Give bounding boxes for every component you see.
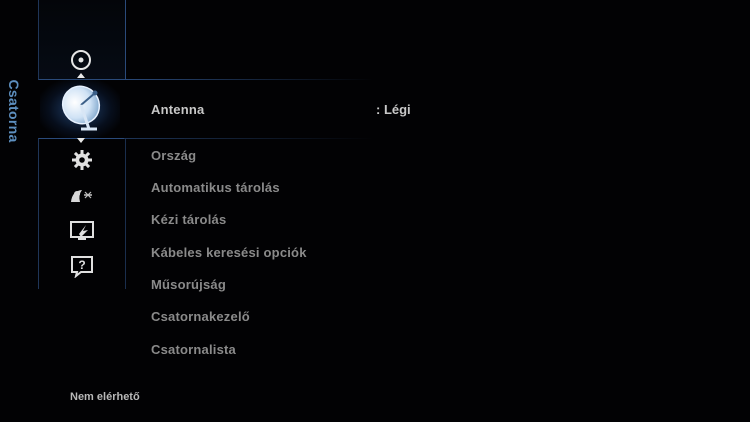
support-icon[interactable]	[68, 186, 96, 206]
picture-icon[interactable]	[69, 49, 93, 71]
menu-item-musorujsag[interactable]: Műsorújság	[151, 277, 226, 292]
tv-menu-screen: Csatorna ? Antenna: Légi Ország Automat…	[0, 0, 750, 422]
antenna-value: : Légi	[376, 102, 411, 117]
satellite-dish-icon[interactable]	[58, 82, 106, 134]
menu-item-automatikus-tarolas[interactable]: Automatikus tárolás	[151, 180, 280, 195]
category-label: Csatorna	[6, 79, 22, 143]
status-text: Nem elérhető	[70, 391, 140, 403]
scroll-down-arrow-icon[interactable]	[77, 138, 85, 143]
selection-bottom-line	[124, 138, 374, 139]
selection-top-line	[124, 79, 374, 80]
scroll-up-arrow-icon[interactable]	[77, 73, 85, 78]
menu-item-orszag[interactable]: Ország	[151, 148, 196, 163]
menu-item-kezi-tarolas[interactable]: Kézi tárolás	[151, 212, 226, 227]
input-icon[interactable]	[69, 219, 95, 243]
menu-item-antenna[interactable]: Antenna	[151, 102, 204, 117]
menu-item-kabeles-keresesi-opciok[interactable]: Kábeles keresési opciók	[151, 245, 307, 260]
menu-item-csatornalista[interactable]: Csatornalista	[151, 342, 236, 357]
help-icon[interactable]: ?	[69, 254, 95, 278]
gear-icon[interactable]	[70, 149, 94, 171]
menu-item-csatornakezelo[interactable]: Csatornakezelő	[151, 309, 250, 324]
svg-text:?: ?	[78, 258, 85, 272]
